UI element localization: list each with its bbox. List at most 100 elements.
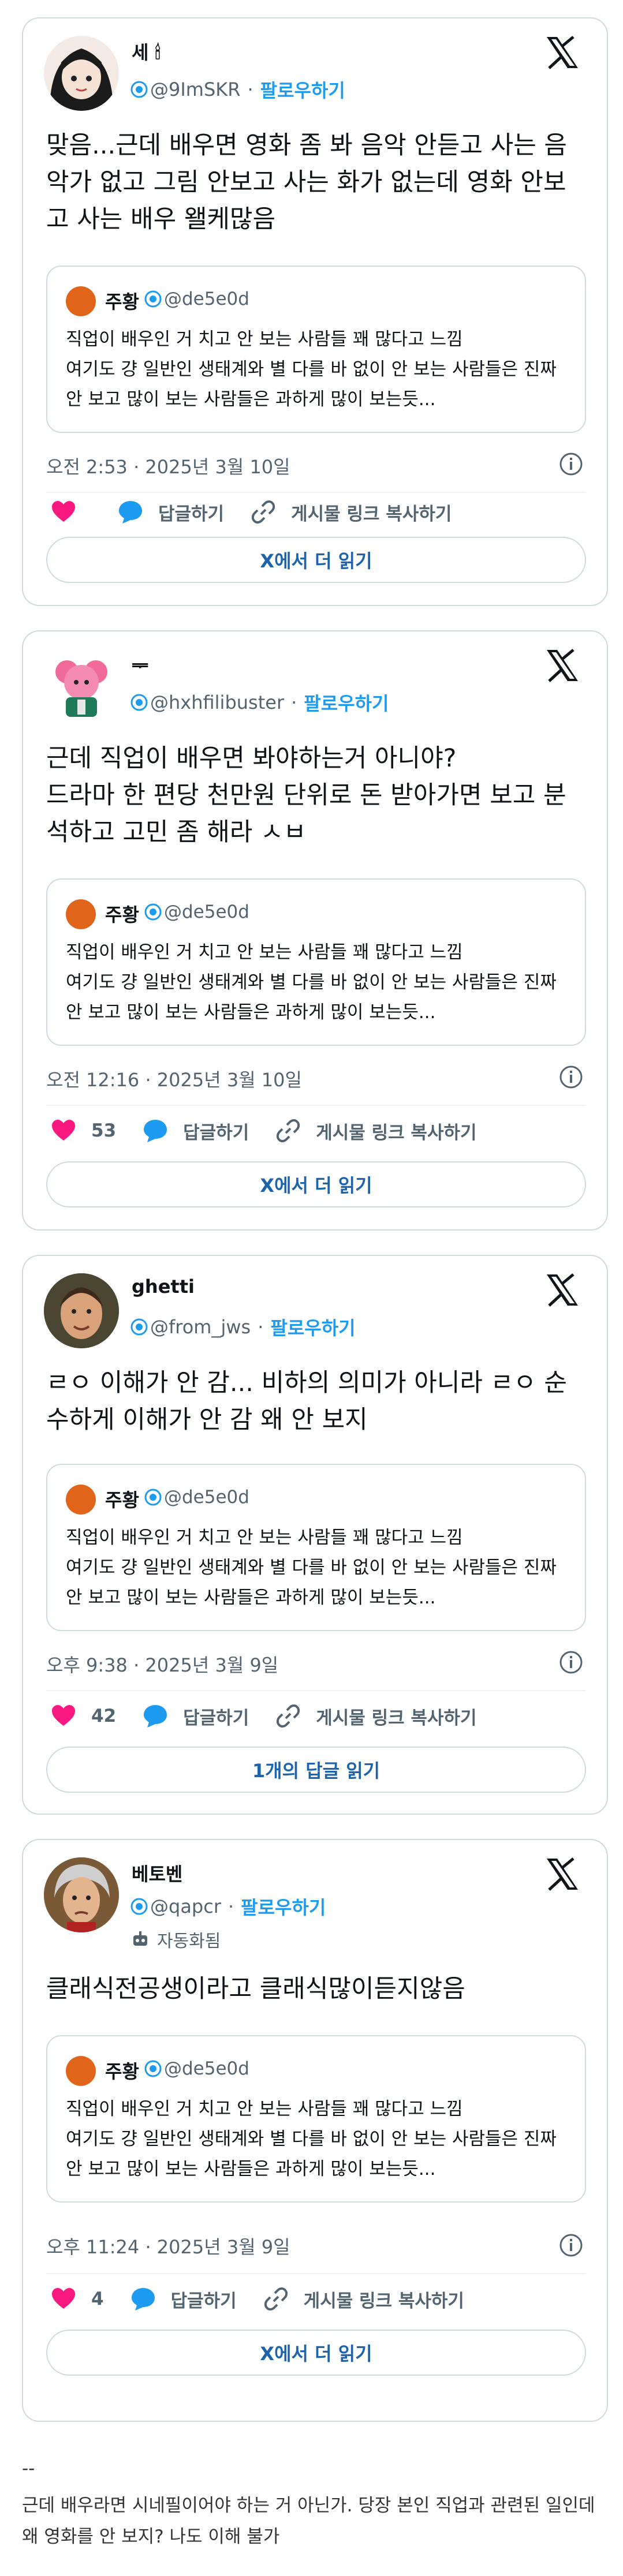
- x-logo-icon[interactable]: [544, 649, 580, 682]
- quoted-handle: @de5e0d: [164, 902, 249, 922]
- verified-badge-icon: [130, 1318, 148, 1336]
- quoted-name: 주황: [105, 1489, 139, 1511]
- x-logo-icon[interactable]: [544, 1273, 580, 1307]
- user-handle[interactable]: @hxhfilibuster: [150, 691, 284, 713]
- link-icon: [251, 500, 275, 524]
- quoted-handle: @de5e0d: [164, 2058, 249, 2079]
- footer-dash: --: [22, 2458, 35, 2479]
- handle-row: @hxhfilibuster · 팔로우하기: [130, 689, 389, 716]
- reply-button[interactable]: 답글하기: [143, 1118, 249, 1144]
- tweet-text: ㄹㅇ 이해가 안 감... 비하의 의미가 아니라 ㄹㅇ 순수하게 이해가 안 …: [46, 1369, 567, 1434]
- verified-badge-icon: [144, 903, 162, 921]
- quoted-tweet[interactable]: 주황 @de5e0d 직업이 배우인 거 치고 안 보는 사람들 꽤 많다고 느…: [46, 2035, 586, 2203]
- like-count: 53: [91, 1120, 117, 1141]
- follow-button[interactable]: 팔로우하기: [260, 76, 345, 103]
- quoted-tweet[interactable]: 주황 @de5e0d 직업이 배우인 거 치고 안 보는 사람들 꽤 많다고 느…: [46, 878, 586, 1046]
- verified-badge-icon: [130, 81, 148, 98]
- quoted-name: 주황: [105, 904, 139, 926]
- divider: [46, 2273, 586, 2274]
- handle-row: @qapcr · 팔로우하기: [130, 1893, 326, 1920]
- heart-icon: [52, 501, 75, 522]
- quoted-handle: @de5e0d: [164, 289, 249, 309]
- copy-link-button[interactable]: 게시물 링크 복사하기: [263, 2286, 464, 2312]
- copy-link-button[interactable]: 게시물 링크 복사하기: [251, 499, 452, 525]
- reply-button[interactable]: 답글하기: [118, 499, 224, 525]
- reply-bubble-icon: [119, 501, 142, 524]
- info-icon[interactable]: [558, 1650, 584, 1675]
- display-name[interactable]: 세 🕯: [132, 38, 161, 65]
- avatar[interactable]: [44, 36, 119, 111]
- tweet-text: 클래식전공생이라고 클래식많이듣지않음: [46, 1975, 465, 2003]
- avatar[interactable]: [44, 1857, 119, 1932]
- x-logo-icon[interactable]: [544, 1857, 580, 1891]
- action-bar: 4 답글하기 게시물 링크 복사하기: [51, 2285, 491, 2313]
- reply-label: 답글하기: [183, 1707, 249, 1729]
- quoted-avatar: [66, 899, 96, 929]
- timestamp[interactable]: 오전 2:53 · 2025년 3월 10일: [46, 453, 290, 479]
- timestamp[interactable]: 오후 9:38 · 2025년 3월 9일: [46, 1651, 278, 1677]
- copy-link-button[interactable]: 게시물 링크 복사하기: [275, 1703, 477, 1729]
- tweet-card: 베토벤 @qapcr · 팔로우하기 자동화됨 클래식전공생이라고 클래식많이듣…: [22, 1839, 608, 2422]
- read-more-button[interactable]: X에서 더 읽기: [46, 537, 586, 583]
- quoted-handle-row: @de5e0d: [144, 289, 249, 309]
- info-icon[interactable]: [558, 2233, 584, 2258]
- quoted-avatar: [66, 286, 96, 316]
- quoted-handle-row: @de5e0d: [144, 1487, 249, 1508]
- like-button[interactable]: 4: [51, 2286, 104, 2312]
- display-name[interactable]: 베토벤: [132, 1860, 182, 1886]
- quoted-avatar: [66, 2056, 96, 2086]
- user-handle[interactable]: @qapcr: [150, 1895, 221, 1917]
- automated-text: 자동화됨: [157, 1931, 221, 1951]
- info-icon[interactable]: [558, 1064, 584, 1090]
- copy-link-label: 게시물 링크 복사하기: [316, 1122, 477, 1143]
- display-name[interactable]: ᆕ: [132, 651, 148, 678]
- tweet-card: ᆕ @hxhfilibuster · 팔로우하기 근데 직업이 배우면 봐야하는…: [22, 630, 608, 1231]
- robot-icon: [133, 1931, 147, 1946]
- tweet-card: 세 🕯 @9ImSKR · 팔로우하기 맞음...근데 배우면 영화 좀 봐 음…: [22, 17, 608, 606]
- quoted-text: 직업이 배우인 거 치고 안 보는 사람들 꽤 많다고 느낌 여기도 걍 일반인…: [66, 1527, 557, 1608]
- separator: ·: [258, 1316, 264, 1338]
- follow-button[interactable]: 팔로우하기: [241, 1893, 326, 1920]
- tweet-text: 맞음...근데 배우면 영화 좀 봐 음악 안듣고 사는 음악가 없고 그림 안…: [46, 131, 567, 234]
- like-button[interactable]: 42: [51, 1703, 116, 1729]
- tweet-card: ghetti @from_jws · 팔로우하기 ㄹㅇ 이해가 안 감... 비…: [22, 1255, 608, 1815]
- separator: ·: [291, 691, 297, 713]
- avatar[interactable]: [44, 649, 119, 724]
- like-button[interactable]: 53: [51, 1118, 116, 1143]
- link-icon: [264, 2287, 288, 2310]
- follow-button[interactable]: 팔로우하기: [270, 1314, 355, 1340]
- read-more-button[interactable]: X에서 더 읽기: [46, 2330, 586, 2376]
- quoted-tweet[interactable]: 주황 @de5e0d 직업이 배우인 거 치고 안 보는 사람들 꽤 많다고 느…: [46, 1464, 586, 1631]
- like-button[interactable]: [51, 499, 91, 525]
- user-handle[interactable]: @from_jws: [150, 1316, 251, 1338]
- copy-link-button[interactable]: 게시물 링크 복사하기: [275, 1118, 477, 1144]
- read-more-button[interactable]: X에서 더 읽기: [46, 1161, 586, 1207]
- copy-link-label: 게시물 링크 복사하기: [291, 503, 452, 525]
- timestamp[interactable]: 오전 12:16 · 2025년 3월 10일: [46, 1065, 302, 1092]
- quoted-name: 주황: [105, 2061, 139, 2083]
- quoted-text: 직업이 배우인 거 치고 안 보는 사람들 꽤 많다고 느낌 여기도 걍 일반인…: [66, 2099, 557, 2179]
- read-replies-button[interactable]: 1개의 답글 읽기: [46, 1747, 586, 1793]
- separator: ·: [247, 78, 253, 100]
- info-icon[interactable]: [558, 451, 584, 477]
- quoted-name: 주황: [105, 291, 139, 313]
- reply-button[interactable]: 답글하기: [143, 1703, 249, 1729]
- link-icon: [277, 1119, 300, 1142]
- quoted-tweet[interactable]: 주황 @de5e0d 직업이 배우인 거 치고 안 보는 사람들 꽤 많다고 느…: [46, 266, 586, 433]
- timestamp[interactable]: 오후 11:24 · 2025년 3월 9일: [46, 2233, 290, 2259]
- tweet-text: 근데 직업이 배우면 봐야하는거 아니야? 드라마 한 편당 천만원 단위로 돈…: [46, 744, 566, 847]
- like-count: 4: [91, 2289, 104, 2309]
- footer-comment: 근데 배우라면 시네필이어야 하는 거 아닌가. 당장 본인 직업과 관련된 일…: [22, 2495, 601, 2547]
- verified-badge-icon: [144, 1489, 162, 1506]
- reply-button[interactable]: 답글하기: [130, 2286, 237, 2312]
- user-handle[interactable]: @9ImSKR: [150, 78, 241, 100]
- verified-badge-icon: [144, 290, 162, 308]
- quoted-handle-row: @de5e0d: [144, 2058, 249, 2079]
- divider: [46, 1105, 586, 1106]
- x-logo-icon[interactable]: [544, 36, 580, 69]
- display-name[interactable]: ghetti: [132, 1276, 195, 1298]
- handle-row: @9ImSKR · 팔로우하기: [130, 76, 345, 103]
- action-bar: 53 답글하기 게시물 링크 복사하기: [51, 1116, 503, 1145]
- avatar[interactable]: [44, 1273, 119, 1348]
- follow-button[interactable]: 팔로우하기: [304, 689, 389, 716]
